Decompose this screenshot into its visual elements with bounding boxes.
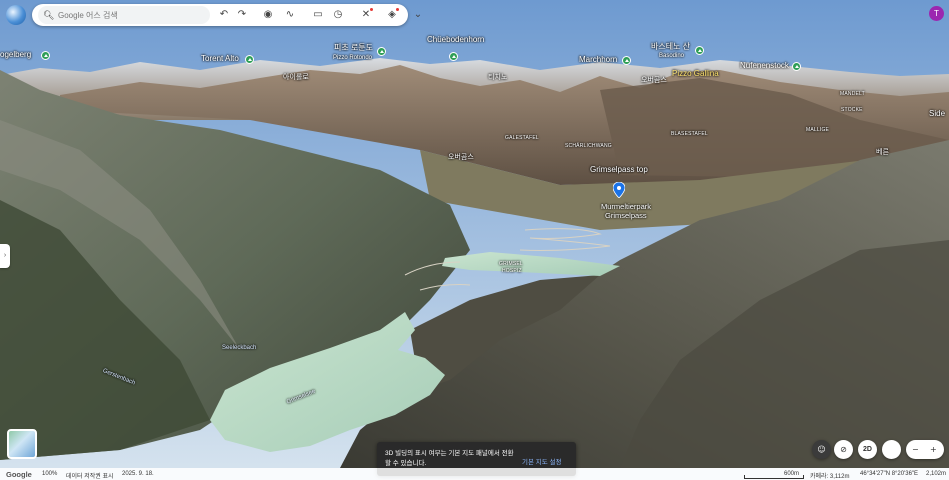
place-label: 오버곰스 [448,154,474,161]
zoom-percent[interactable]: 100% [42,471,57,477]
peak-marker-icon[interactable] [245,55,254,64]
peak-label[interactable]: Nufenenstock [740,62,789,70]
peak-marker-icon[interactable] [622,56,631,65]
map-style-thumbnail[interactable] [7,429,37,459]
terrain-map[interactable] [0,0,949,480]
pegman-street-view-icon[interactable]: ☺ [812,440,831,459]
account-avatar[interactable]: T [929,6,944,21]
toast-message: 3D 빌딩의 표시 여부는 기본 지도 패널에서 전환할 수 있습니다. [385,450,514,467]
peak-marker-icon[interactable] [449,52,458,61]
stream-label: Seeleckbach [222,345,257,351]
status-bar: Google 100% 데이터 저작권 표시 2025. 9. 18. 600m… [0,468,949,480]
location-pin-label[interactable]: Murmeltierpark [601,203,651,211]
peak-label[interactable]: Basodino [659,53,684,59]
peak-marker-icon[interactable] [41,51,50,60]
place-label: MANDELT [840,91,865,97]
place-label: Side [929,109,946,118]
place-label: BLASESTAFEL [671,131,708,137]
compass-icon[interactable]: ⊘ [834,440,853,459]
peak-marker-icon[interactable] [377,47,386,56]
place-label: 아이롤로 [283,74,309,81]
place-label: 티치노 [488,74,508,81]
toggle-2d-button[interactable]: 2D [858,440,877,459]
google-earth-logo-icon[interactable] [6,5,26,25]
peak-label-local[interactable]: 바스테노 산 [651,43,690,51]
place-label: GALESTAFEL [505,135,539,141]
place-label: STOCKE [841,107,863,113]
measure-ruler-icon[interactable]: ▭ [310,7,326,23]
add-placemark-pin-icon[interactable]: ◉ [260,7,276,23]
place-label: SCHÄRLICHWANG [565,143,612,149]
data-attribution-link[interactable]: 데이터 저작권 표시 [66,471,114,480]
side-panel-toggle-chevron-icon[interactable]: › [0,244,10,268]
draw-path-icon[interactable]: ∿ [282,7,298,23]
chevron-down-icon[interactable]: ⌄ [410,7,426,23]
layers-icon[interactable]: ◈ [384,7,400,23]
search-input[interactable] [58,8,206,22]
peak-label-local[interactable]: 피초 로툰도 [334,44,373,52]
historical-imagery-icon[interactable]: ◷ [330,7,346,23]
search-icon[interactable]: 🔍︎ [43,10,54,21]
peak-label[interactable]: Marchhorn [579,56,617,64]
place-label: MALLIGE [806,127,830,133]
top-toolbar: 🔍︎ ↶ ↷ ◉ ∿ ▭ ◷ ✕ ◈ ⌄ [32,4,422,26]
peak-label[interactable]: Pizzo Rotondo [333,55,372,61]
place-label: GRIMSEL [499,261,523,267]
basemap-settings-button[interactable]: 기본 지도 설정 [522,456,562,466]
place-label: 베른 [876,149,889,156]
cursor-coordinates: 46°34'27"N 8°20'36"E [860,471,919,477]
peak-label[interactable]: ogelberg [0,51,31,59]
place-label: HOSPIZ [502,268,522,274]
zoom-out-button[interactable]: − [912,440,919,459]
place-label: 오버곰스 [641,77,667,84]
search-box[interactable]: 🔍︎ [38,6,210,24]
peak-marker-icon[interactable] [792,62,801,71]
undo-icon[interactable]: ↶ [216,7,232,23]
peak-label[interactable]: Pizzo Gallina [672,70,719,78]
peak-label[interactable]: Torent Alto [201,55,239,63]
camera-altitude: 카메라: 3,112m [810,474,850,480]
google-logo: Google [6,470,32,479]
zoom-control: − + [906,440,944,459]
location-pin-label[interactable]: Grimselpass [605,212,647,220]
peak-marker-icon[interactable] [695,46,704,55]
peak-label[interactable]: Chüebodenhorn [427,36,484,44]
projects-icon[interactable]: ✕ [358,7,374,23]
location-pin-icon[interactable] [613,182,625,198]
imagery-date: 2025. 9. 18. [122,471,154,477]
tilt-control[interactable] [882,440,901,459]
zoom-in-button[interactable]: + [930,440,937,459]
scale-bar [744,475,804,479]
location-pin-title[interactable]: Grimselpass top [590,166,648,174]
redo-icon[interactable]: ↷ [234,7,250,23]
ground-elevation: 2,102m [926,471,947,477]
